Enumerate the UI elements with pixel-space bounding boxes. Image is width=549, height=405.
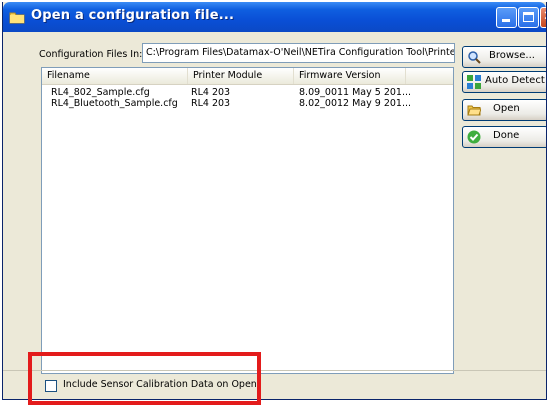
folder-icon: [9, 9, 25, 24]
list-item[interactable]: RL4_Bluetooth_Sample.cfg RL4 203 8.02_00…: [42, 98, 453, 109]
minimize-button[interactable]: [496, 7, 517, 28]
close-button[interactable]: [540, 7, 546, 28]
check-icon: [467, 130, 481, 144]
filename-cell: RL4_802_Sample.cfg: [51, 87, 150, 98]
title-bar[interactable]: Open a configuration file...: [3, 2, 546, 32]
column-header-printer-module[interactable]: Printer Module: [188, 68, 294, 84]
list-header: Filename Printer Module Firmware Version: [42, 68, 453, 85]
config-folder-path-field[interactable]: C:\Program Files\Datamax-O'Neil\NETira C…: [142, 43, 455, 63]
config-folder-label: Configuration Files In:: [39, 49, 143, 60]
browse-button[interactable]: Browse...: [462, 46, 546, 68]
column-header-filename[interactable]: Filename: [42, 68, 188, 84]
auto-detect-button-label: Auto Detect: [485, 75, 545, 86]
firmware-version-cell: 8.09_0011 May 5 201...: [299, 87, 412, 98]
printer-module-cell: RL4 203: [191, 98, 231, 109]
window-title: Open a configuration file...: [31, 8, 235, 23]
browse-button-label: Browse...: [489, 50, 535, 61]
list-item[interactable]: RL4_802_Sample.cfg RL4 203 8.09_0011 May…: [42, 87, 453, 98]
config-file-list[interactable]: Filename Printer Module Firmware Version…: [41, 67, 454, 374]
printer-module-cell: RL4 203: [191, 87, 231, 98]
auto-detect-button[interactable]: Auto Detect: [462, 71, 546, 93]
open-button-label: Open: [493, 103, 520, 114]
filename-cell: RL4_Bluetooth_Sample.cfg: [51, 98, 178, 109]
firmware-version-cell: 8.02_0012 May 9 201...: [299, 98, 412, 109]
maximize-button[interactable]: [518, 7, 539, 28]
done-button[interactable]: Done: [462, 126, 546, 148]
open-folder-icon: [467, 103, 482, 117]
column-header-firmware-version[interactable]: Firmware Version: [294, 68, 406, 84]
done-button-label: Done: [493, 130, 520, 141]
magnifier-icon: [467, 50, 481, 64]
open-config-dialog: Open a configuration file... Configurati…: [2, 2, 547, 400]
auto-detect-icon: [467, 75, 481, 89]
open-button[interactable]: Open: [462, 99, 546, 121]
highlight-annotation-box: [28, 352, 261, 405]
